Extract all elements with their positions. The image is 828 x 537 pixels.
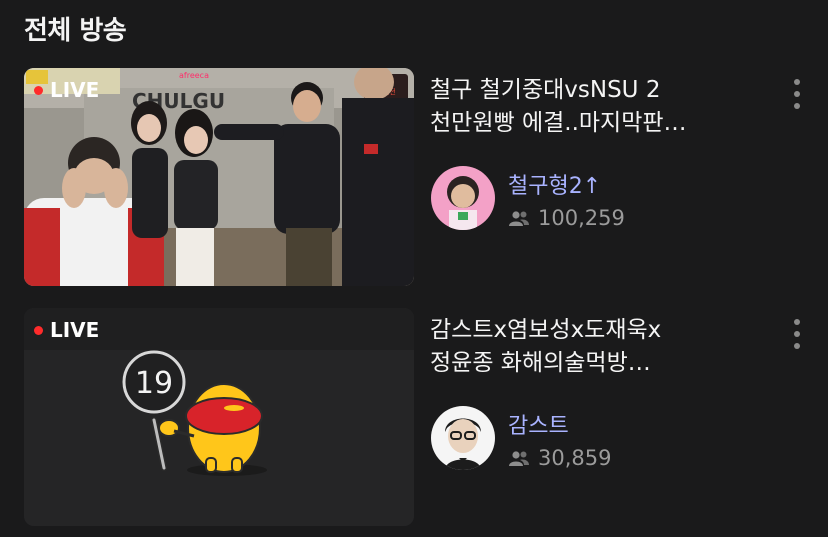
channel-name[interactable]: 철구형2↑: [508, 168, 601, 200]
more-options-button[interactable]: [786, 316, 808, 352]
live-dot-icon: [34, 325, 43, 335]
stream-card[interactable]: 19 LIVE 감스트x염보성x도재욱x 정윤종 화해의술먹방… 감스트 30,…: [0, 306, 828, 526]
age-rating-sign: 19: [135, 366, 173, 401]
stream-title[interactable]: 철구 철기중대vsNSU 2 천만원빵 에결..마지막판…: [430, 74, 770, 140]
viewer-count-text: 30,859: [538, 446, 612, 470]
live-dot-icon: [34, 85, 43, 95]
viewer-count: 100,259: [508, 206, 625, 230]
live-badge: LIVE: [34, 318, 99, 342]
stream-thumbnail[interactable]: afreeca 대학대전 CHULGU: [24, 68, 414, 286]
thumbnail-brand-text: afreeca: [179, 71, 209, 80]
section-title: 전체 방송: [24, 16, 127, 46]
stream-thumbnail[interactable]: 19 LIVE: [24, 308, 414, 526]
viewer-count: 30,859: [508, 446, 611, 470]
more-vertical-icon: [794, 79, 800, 85]
people-icon: [509, 211, 529, 226]
live-label: LIVE: [50, 318, 100, 342]
stream-title[interactable]: 감스트x염보성x도재욱x 정윤종 화해의술먹방…: [430, 314, 770, 380]
people-icon: [509, 451, 529, 466]
channel-avatar[interactable]: [431, 166, 495, 230]
avatar-image: [431, 406, 495, 470]
channel-avatar[interactable]: [431, 406, 495, 470]
channel-name[interactable]: 감스트: [508, 408, 569, 440]
live-label: LIVE: [50, 78, 100, 102]
more-options-button[interactable]: [786, 76, 808, 112]
more-vertical-icon: [794, 319, 800, 325]
live-badge: LIVE: [34, 78, 99, 102]
avatar-image: [431, 166, 495, 230]
stream-card[interactable]: afreeca 대학대전 CHULGU: [0, 66, 828, 286]
viewer-count-text: 100,259: [538, 206, 625, 230]
